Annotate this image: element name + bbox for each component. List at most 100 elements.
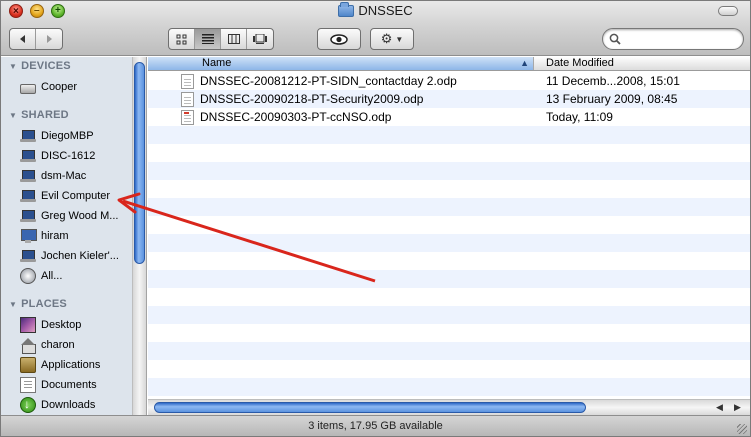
empty-row [148,180,750,198]
sidebar-item-label: Downloads [41,399,96,411]
laptop-icon [20,128,36,144]
scroll-left-arrow-icon[interactable]: ◀ [716,402,723,413]
disclosure-triangle-icon: ▼ [9,299,18,309]
sidebar-item-greg-wood[interactable]: Greg Wood M... [20,207,132,225]
search-field[interactable] [602,28,744,50]
scroll-right-arrow-icon[interactable]: ▶ [734,402,741,413]
status-bar: 3 items, 17.95 GB available [1,415,750,436]
documents-icon [20,377,36,393]
sidebar-section-devices[interactable]: ▼ DEVICES [9,60,71,72]
folder-icon [338,1,355,17]
action-menu-button[interactable]: ⚙ ▼ [370,28,414,50]
sidebar-item-label: Documents [41,379,97,391]
back-forward-control [9,28,63,50]
sidebar-item-label: dsm-Mac [41,170,87,182]
sidebar-item-label: All... [41,270,63,282]
sidebar-item-label: DiegoMBP [41,130,94,142]
sidebar-item-documents[interactable]: Documents [20,376,132,394]
section-label: SHARED [21,109,69,121]
file-date: 13 February 2009, 08:45 [546,92,678,106]
forward-button[interactable] [36,29,62,49]
empty-row [148,252,750,270]
column-view-button[interactable] [221,29,247,49]
section-label: PLACES [21,298,67,310]
section-label: DEVICES [21,60,71,72]
file-name: DNSSEC-20090218-PT-Security2009.odp [200,92,424,106]
sidebar-item-applications[interactable]: Applications [20,356,132,374]
sidebar-item-downloads[interactable]: Downloads [20,396,132,414]
downloads-icon [20,397,36,413]
window-title: DNSSEC [358,3,413,18]
empty-row [148,216,750,234]
sidebar-item-desktop[interactable]: Desktop [20,316,132,334]
empty-row [148,144,750,162]
sidebar-item-label: Desktop [41,319,82,331]
column-header-name[interactable]: Name ▲ [148,57,534,70]
column-header-label: Name [202,57,232,69]
sidebar-section-shared[interactable]: ▼ SHARED [9,109,69,121]
sidebar-section-places[interactable]: ▼ PLACES [9,298,67,310]
sidebar-scrollbar-thumb[interactable] [134,62,145,264]
home-icon [20,337,36,354]
file-row[interactable]: DNSSEC-20090218-PT-Security2009.odp 13 F… [148,90,750,108]
desktop-icon [20,317,36,333]
horizontal-scrollbar[interactable]: ◀ ▶ [148,399,750,415]
horizontal-scrollbar-thumb[interactable] [154,402,586,413]
toolbar-toggle-button[interactable] [718,6,738,16]
sidebar-item-cooper[interactable]: Cooper [20,78,132,96]
laptop-icon [20,208,36,224]
file-date: Today, 11:09 [546,110,613,124]
sidebar: ▼ DEVICES Cooper ▼ SHARED DiegoMBP DISC-… [1,57,147,415]
coverflow-view-icon [253,34,267,44]
laptop-icon [20,188,36,204]
gear-icon: ⚙ [380,31,393,46]
sidebar-item-disc-1612[interactable]: DISC-1612 [20,147,132,165]
icon-view-button[interactable] [169,29,195,49]
sidebar-item-all[interactable]: All... [20,267,132,285]
sidebar-item-label: DISC-1612 [41,150,96,162]
empty-row [148,162,750,180]
sidebar-item-label: charon [41,339,75,351]
chevron-down-icon: ▼ [395,34,404,44]
finder-window: × – + DNSSEC ⚙ ▼ ▼ DEVICES Cooper ▼ SHAR… [0,0,751,437]
file-name: DNSSEC-20090303-PT-ccNSO.odp [200,110,392,124]
sidebar-item-diegombp[interactable]: DiegoMBP [20,127,132,145]
disclosure-triangle-icon: ▼ [9,61,18,71]
column-header-date-modified[interactable]: Date Modified [534,57,750,70]
odp-document-icon [181,73,194,89]
sidebar-item-label: Greg Wood M... [41,210,119,222]
title-bar: DNSSEC [1,1,750,19]
icon-view-icon [176,34,187,44]
sidebar-item-label: Jochen Kieler'... [41,250,119,262]
laptop-icon [20,148,36,164]
sidebar-item-label: Cooper [41,81,78,93]
eye-icon [330,33,348,45]
hard-drive-icon [20,83,36,94]
file-date: 11 Decemb...2008, 15:01 [546,74,680,88]
network-globe-icon [20,268,36,284]
odp-document-icon [181,109,194,125]
laptop-icon [20,168,36,184]
sidebar-item-hiram[interactable]: hiram [20,227,132,245]
back-button[interactable] [10,29,36,49]
coverflow-view-button[interactable] [247,29,273,49]
sidebar-item-jochen-kieler[interactable]: Jochen Kieler'... [20,247,132,265]
sidebar-item-evil-computer[interactable]: Evil Computer [20,187,132,205]
sidebar-item-dsm-mac[interactable]: dsm-Mac [20,167,132,185]
imac-icon [20,228,37,244]
search-input[interactable] [625,31,737,47]
file-row[interactable]: DNSSEC-20090303-PT-ccNSO.odp Today, 11:0… [148,108,750,126]
sidebar-item-charon[interactable]: charon [20,336,132,354]
file-row[interactable]: DNSSEC-20081212-PT-SIDN_contactday 2.odp… [148,72,750,90]
empty-row [148,360,750,378]
odp-document-icon [181,91,194,107]
status-text: 3 items, 17.95 GB available [308,420,443,432]
search-icon [609,33,621,45]
file-name: DNSSEC-20081212-PT-SIDN_contactday 2.odp [200,74,457,88]
sidebar-item-label: Applications [41,359,101,371]
quick-look-button[interactable] [317,28,361,50]
column-header-label: Date Modified [546,57,614,69]
list-view-button[interactable] [195,29,221,49]
file-list: Name ▲ Date Modified DNSSEC-20081212-PT-… [148,57,750,399]
resize-grip-icon[interactable] [737,424,747,434]
